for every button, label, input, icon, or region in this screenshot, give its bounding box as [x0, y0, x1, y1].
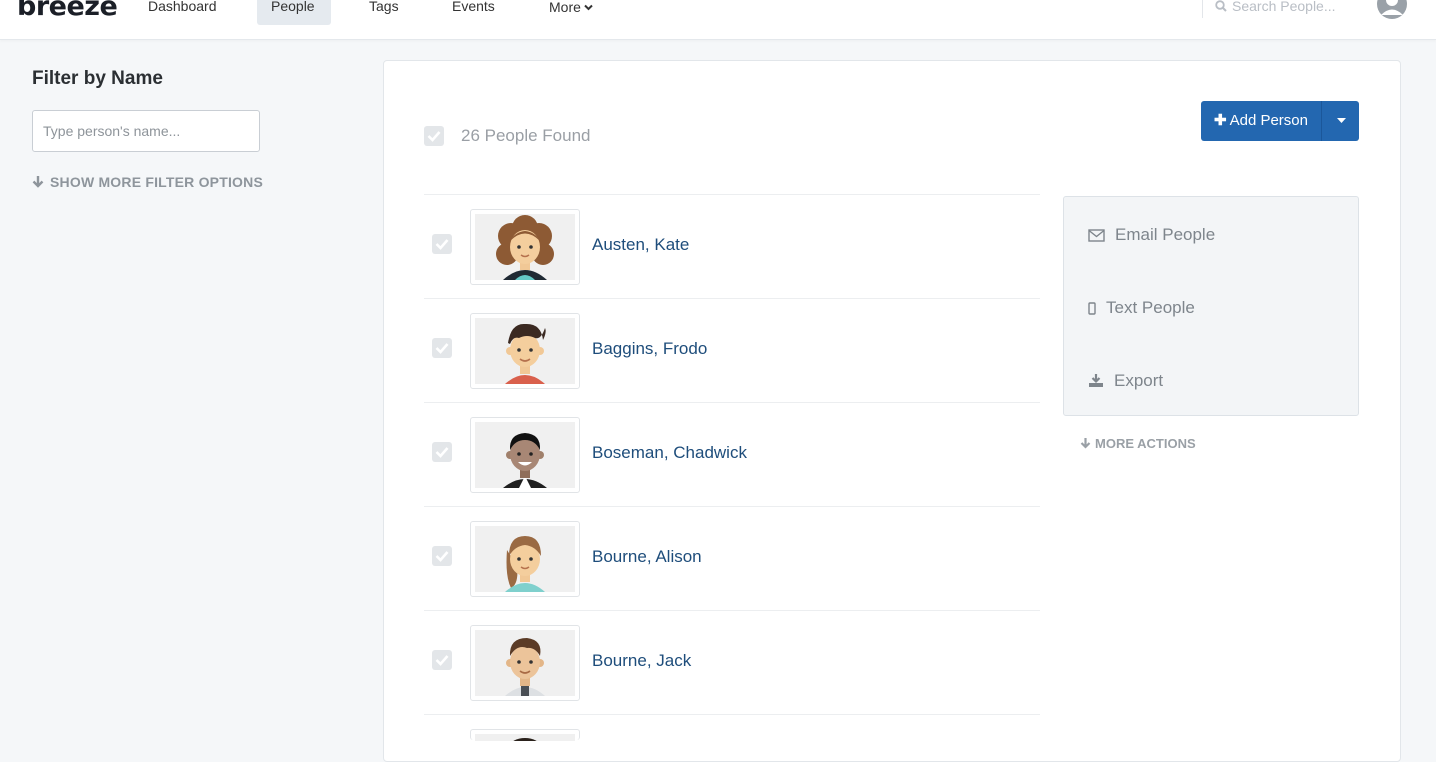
person-name-link[interactable]: Austen, Kate	[592, 235, 689, 255]
avatar-woman-ponytail-icon	[505, 536, 545, 592]
arrow-down-icon	[32, 176, 44, 188]
nav-more-label: More	[549, 0, 581, 15]
select-all-checkbox[interactable]	[424, 126, 444, 146]
checkmark-icon	[435, 655, 449, 666]
add-person-label: Add Person	[1229, 112, 1308, 129]
phone-icon	[1088, 302, 1096, 315]
row-divider	[424, 298, 1040, 299]
row-divider	[424, 714, 1040, 715]
person-name-link[interactable]: Bourne, Alison	[592, 547, 702, 567]
row-divider	[424, 506, 1040, 507]
person-photo[interactable]	[470, 209, 580, 285]
person-photo[interactable]	[470, 313, 580, 389]
text-people-action[interactable]: Text People	[1088, 298, 1195, 318]
plus-icon: ✚	[1214, 112, 1227, 129]
user-avatar-icon[interactable]	[1376, 0, 1408, 25]
checkmark-icon	[435, 447, 449, 458]
checkmark-icon	[427, 131, 441, 142]
email-people-label: Email People	[1115, 225, 1216, 244]
nav-people[interactable]: People	[257, 0, 331, 25]
top-navbar: breeze Dashboard People Tags Events More…	[0, 0, 1436, 40]
show-more-filter-label: SHOW MORE FILTER OPTIONS	[50, 174, 263, 190]
row-checkbox[interactable]	[432, 650, 452, 670]
person-name-link[interactable]: Bourne, Jack	[592, 651, 691, 671]
row-checkbox[interactable]	[432, 234, 452, 254]
nav-dashboard[interactable]: Dashboard	[134, 0, 231, 25]
checkmark-icon	[435, 551, 449, 562]
more-actions-label: MORE ACTIONS	[1095, 436, 1196, 451]
breeze-logo[interactable]: breeze	[17, 0, 118, 22]
export-label: Export	[1114, 371, 1164, 390]
nav-events[interactable]: Events	[438, 0, 509, 25]
more-actions-toggle[interactable]: MORE ACTIONS	[1080, 436, 1196, 451]
export-action[interactable]: Export	[1088, 371, 1163, 391]
list-divider	[424, 194, 1040, 195]
row-checkbox[interactable]	[432, 546, 452, 566]
add-person-button[interactable]: ✚ Add Person	[1201, 101, 1321, 141]
checkmark-icon	[435, 343, 449, 354]
search-people-input[interactable]: Search People...	[1202, 0, 1365, 18]
people-found-count: 26 People Found	[461, 126, 591, 145]
row-checkbox[interactable]	[432, 442, 452, 462]
bulk-actions-panel: Email People Text People Export	[1063, 196, 1359, 416]
avatar-man-brown-hair-icon	[505, 638, 545, 696]
arrow-down-icon	[1080, 438, 1091, 449]
person-photo[interactable]	[470, 521, 580, 597]
search-placeholder: Search People...	[1232, 0, 1336, 14]
nav-tags[interactable]: Tags	[355, 0, 413, 25]
row-divider	[424, 402, 1040, 403]
envelope-icon	[1088, 229, 1105, 242]
person-photo[interactable]	[470, 625, 580, 701]
chevron-down-icon	[584, 0, 593, 18]
add-person-button-group: ✚ Add Person	[1201, 101, 1359, 141]
person-photo[interactable]	[470, 729, 580, 741]
avatar-man-suit-icon	[503, 433, 547, 488]
add-person-dropdown-toggle[interactable]	[1321, 101, 1360, 141]
person-name-link[interactable]: Boseman, Chadwick	[592, 443, 747, 463]
checkmark-icon	[435, 239, 449, 250]
caret-down-icon	[1337, 118, 1346, 123]
email-people-action[interactable]: Email People	[1088, 225, 1215, 245]
search-icon	[1215, 0, 1227, 12]
download-icon	[1089, 374, 1103, 387]
avatar-boy-spiky-icon	[505, 323, 546, 384]
row-checkbox[interactable]	[432, 338, 452, 358]
text-people-label: Text People	[1106, 298, 1195, 317]
filter-title: Filter by Name	[32, 68, 163, 89]
name-filter-input[interactable]	[32, 110, 260, 152]
nav-more[interactable]: More	[535, 0, 607, 25]
show-more-filter-options[interactable]: SHOW MORE FILTER OPTIONS	[32, 174, 263, 190]
person-name-link[interactable]: Baggins, Frodo	[592, 339, 707, 359]
row-divider	[424, 610, 1040, 611]
avatar-girl-curly-icon	[496, 215, 554, 280]
person-photo[interactable]	[470, 417, 580, 493]
